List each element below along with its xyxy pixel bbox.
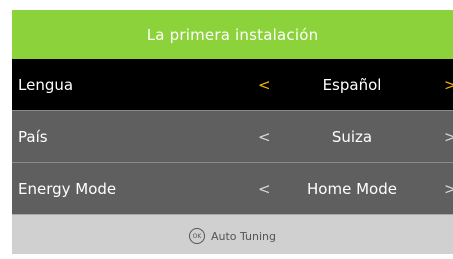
energy-mode-row[interactable]: Energy Mode < Home Mode > [12, 162, 453, 214]
country-label: País [18, 127, 48, 146]
auto-tuning-button[interactable]: OK Auto Tuning [12, 214, 453, 254]
setup-dialog: La primera instalación Lengua < Español … [12, 10, 453, 254]
energy-mode-prev-arrow-icon[interactable]: < [258, 180, 271, 198]
language-value: Español [322, 75, 382, 94]
language-label: Lengua [18, 75, 74, 94]
energy-mode-label: Energy Mode [18, 179, 117, 198]
country-prev-arrow-icon[interactable]: < [258, 128, 271, 146]
country-next-arrow-icon[interactable]: > [444, 128, 453, 146]
dialog-title-text: La primera instalación [146, 25, 319, 44]
country-row[interactable]: País < Suiza > [12, 110, 453, 162]
dialog-title: La primera instalación [12, 10, 453, 59]
auto-tuning-label: Auto Tuning [210, 229, 277, 243]
energy-mode-next-arrow-icon[interactable]: > [444, 180, 453, 198]
language-prev-arrow-icon[interactable]: < [258, 76, 271, 94]
language-row[interactable]: Lengua < Español > [12, 59, 453, 110]
ok-button-icon: OK [188, 228, 205, 244]
country-value: Suiza [331, 127, 373, 146]
energy-mode-value: Home Mode [307, 179, 397, 198]
language-next-arrow-icon[interactable]: > [444, 76, 453, 94]
